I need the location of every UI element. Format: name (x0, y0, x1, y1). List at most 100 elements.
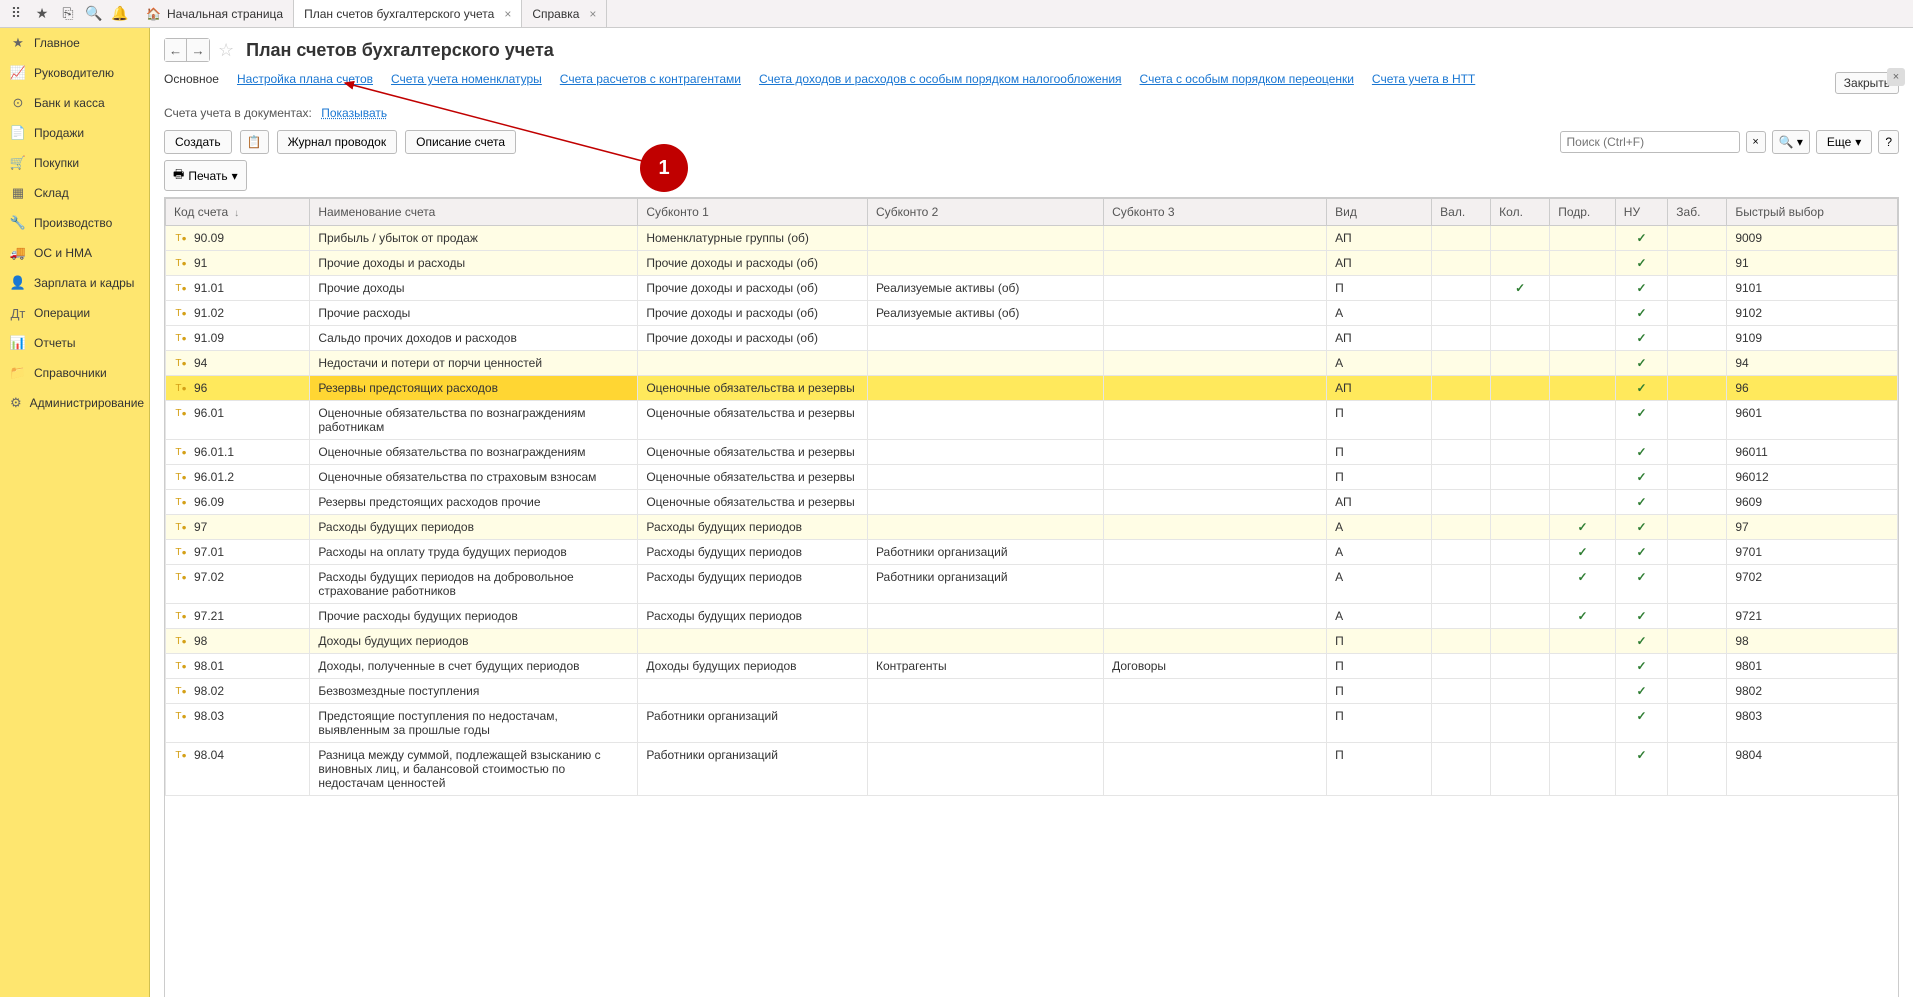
table-row[interactable]: T●96.01.1 Оценочные обязательства по воз… (166, 440, 1898, 465)
star-icon[interactable]: ★ (30, 2, 54, 26)
table-row[interactable]: T●91.02 Прочие расходы Прочие доходы и р… (166, 301, 1898, 326)
sidebar-item[interactable]: 🛒Покупки (0, 148, 149, 178)
tab-plan-accounts[interactable]: План счетов бухгалтерского учета × (294, 0, 522, 27)
subkonto3 (1104, 351, 1327, 376)
account-name: Оценочные обязательства по вознаграждени… (310, 440, 638, 465)
account-type: П (1327, 276, 1432, 301)
close-page-button[interactable]: × (1887, 68, 1905, 86)
favorite-icon[interactable]: ☆ (218, 40, 234, 61)
quick-select-code: 9702 (1727, 565, 1898, 604)
col-podr[interactable]: Подр. (1550, 199, 1616, 226)
forward-button[interactable]: → (187, 39, 209, 61)
table-row[interactable]: T●97.02 Расходы будущих периодов на добр… (166, 565, 1898, 604)
bell-icon[interactable]: 🔔 (108, 2, 132, 26)
quick-select-code: 9804 (1727, 743, 1898, 796)
content: × ← → ☆ План счетов бухгалтерского учета… (150, 28, 1913, 997)
table-row[interactable]: T●91.09 Сальдо прочих доходов и расходов… (166, 326, 1898, 351)
table-row[interactable]: T●94 Недостачи и потери от порчи ценност… (166, 351, 1898, 376)
col-vid[interactable]: Вид (1327, 199, 1432, 226)
currency-flag (1432, 276, 1491, 301)
subkonto3 (1104, 465, 1327, 490)
table-row[interactable]: T●97.01 Расходы на оплату труда будущих … (166, 540, 1898, 565)
create-button[interactable]: Создать (164, 130, 232, 154)
account-code: 91.01 (194, 281, 224, 295)
back-button[interactable]: ← (165, 39, 187, 61)
table-row[interactable]: T●97.21 Прочие расходы будущих периодов … (166, 604, 1898, 629)
offbalance-flag (1668, 679, 1727, 704)
col-sub3[interactable]: Субконто 3 (1104, 199, 1327, 226)
help-button[interactable]: ? (1878, 130, 1899, 154)
table-row[interactable]: T●98.03 Предстоящие поступления по недос… (166, 704, 1898, 743)
quick-select-code: 9701 (1727, 540, 1898, 565)
subnav-main[interactable]: Основное (164, 72, 219, 94)
tab-home-label: Начальная страница (167, 7, 283, 21)
quick-select-code: 9803 (1727, 704, 1898, 743)
sidebar-item[interactable]: ▦Склад (0, 178, 149, 208)
offbalance-flag (1668, 604, 1727, 629)
account-icon: T● (174, 684, 188, 698)
sidebar-item[interactable]: 📊Отчеты (0, 328, 149, 358)
search-dropdown-button[interactable]: 🔍 ▾ (1772, 130, 1810, 154)
tab-home[interactable]: 🏠 Начальная страница (136, 0, 294, 27)
division-flag (1550, 679, 1616, 704)
sidebar-item[interactable]: ★Главное (0, 28, 149, 58)
tab-help[interactable]: Справка × (522, 0, 607, 27)
col-zab[interactable]: Заб. (1668, 199, 1727, 226)
sidebar-item[interactable]: 👤Зарплата и кадры (0, 268, 149, 298)
copy-button[interactable]: 📋 (240, 130, 269, 154)
account-code: 96.01 (194, 406, 224, 420)
table-row[interactable]: T●98.01 Доходы, полученные в счет будущи… (166, 654, 1898, 679)
sidebar-item[interactable]: 🚚ОС и НМА (0, 238, 149, 268)
table-row[interactable]: T●91.01 Прочие доходы Прочие доходы и ра… (166, 276, 1898, 301)
col-val[interactable]: Вал. (1432, 199, 1491, 226)
subnav-revaluation-accounts[interactable]: Счета с особым порядком переоценки (1140, 72, 1354, 94)
table-row[interactable]: T●98 Доходы будущих периодов П ✓ 98 (166, 629, 1898, 654)
sidebar-item[interactable]: 📄Продажи (0, 118, 149, 148)
sidebar-item[interactable]: ДтОперации (0, 298, 149, 328)
sidebar-item[interactable]: 📁Справочники (0, 358, 149, 388)
more-button[interactable]: Еще ▾ (1816, 130, 1872, 154)
table-row[interactable]: T●91 Прочие доходы и расходы Прочие дохо… (166, 251, 1898, 276)
currency-flag (1432, 679, 1491, 704)
table-row[interactable]: T●96.01.2 Оценочные обязательства по стр… (166, 465, 1898, 490)
quick-select-code: 9802 (1727, 679, 1898, 704)
tab-label: Справка (532, 7, 579, 21)
account-code: 98.01 (194, 659, 224, 673)
search-input[interactable] (1560, 131, 1740, 153)
subkonto1: Расходы будущих периодов (638, 515, 868, 540)
search-clear-button[interactable]: × (1746, 131, 1766, 153)
apps-icon[interactable]: ⠿ (4, 2, 28, 26)
table-row[interactable]: T●90.09 Прибыль / убыток от продаж Номен… (166, 226, 1898, 251)
close-icon[interactable]: × (504, 7, 511, 21)
table-row[interactable]: T●96.01 Оценочные обязательства по возна… (166, 401, 1898, 440)
sidebar-item[interactable]: 📈Руководителю (0, 58, 149, 88)
subkonto2 (867, 326, 1103, 351)
col-nu[interactable]: НУ (1615, 199, 1667, 226)
quantity-flag (1491, 540, 1550, 565)
col-sub2[interactable]: Субконто 2 (867, 199, 1103, 226)
subnav-income-expense-special[interactable]: Счета доходов и расходов с особым порядк… (759, 72, 1122, 94)
table-row[interactable]: T●96.09 Резервы предстоящих расходов про… (166, 490, 1898, 515)
table-row[interactable]: T●97 Расходы будущих периодов Расходы бу… (166, 515, 1898, 540)
table-row[interactable]: T●98.02 Безвозмездные поступления П ✓ 98… (166, 679, 1898, 704)
col-name[interactable]: Наименование счета (310, 199, 638, 226)
col-kol[interactable]: Кол. (1491, 199, 1550, 226)
sidebar-item[interactable]: 🔧Производство (0, 208, 149, 238)
account-code: 96.01.2 (194, 470, 234, 484)
sidebar-item[interactable]: ⊙Банк и касса (0, 88, 149, 118)
offbalance-flag (1668, 351, 1727, 376)
table-row[interactable]: T●98.04 Разница между суммой, подлежащей… (166, 743, 1898, 796)
table-row[interactable]: T●96 Резервы предстоящих расходов Оценоч… (166, 376, 1898, 401)
history-icon[interactable]: ⎘ (56, 2, 80, 26)
close-icon[interactable]: × (589, 7, 596, 21)
col-quick[interactable]: Быстрый выбор (1727, 199, 1898, 226)
sidebar-item[interactable]: ⚙Администрирование (0, 388, 149, 418)
search-icon[interactable]: 🔍 (82, 2, 106, 26)
col-code[interactable]: Код счета↓ (166, 199, 310, 226)
subkonto3 (1104, 326, 1327, 351)
print-button[interactable]: 🖶 Печать ▾ (164, 160, 247, 191)
offbalance-flag (1668, 251, 1727, 276)
subnav-ntt-accounts[interactable]: Счета учета в НТТ (1372, 72, 1475, 94)
col-sub1[interactable]: Субконто 1 (638, 199, 868, 226)
account-type: П (1327, 440, 1432, 465)
